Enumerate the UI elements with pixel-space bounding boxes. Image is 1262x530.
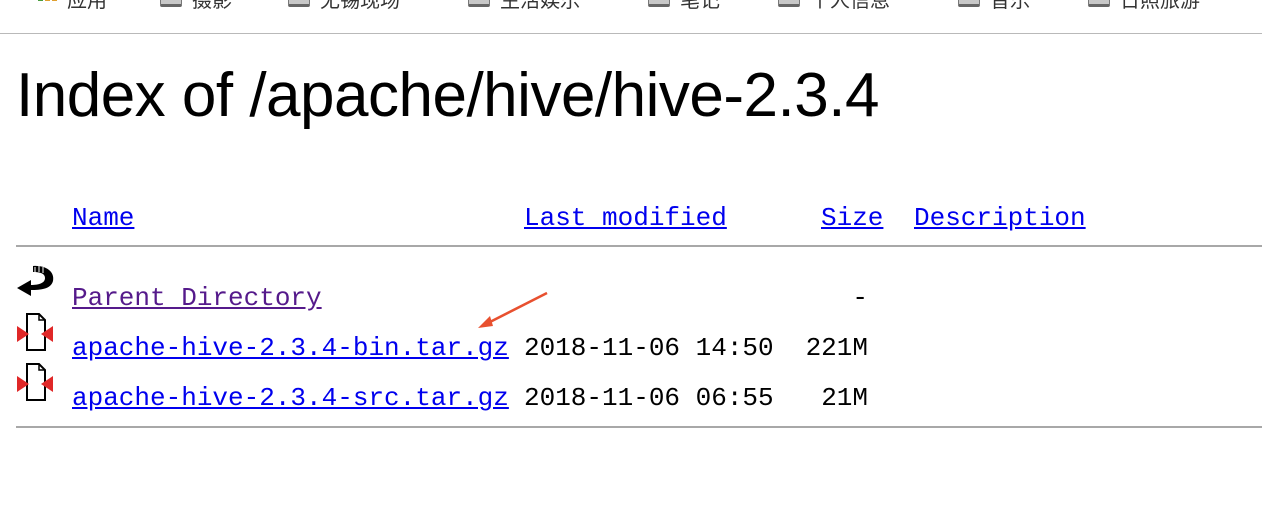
bookmark-label: 个人信息 [810,0,890,12]
file-link[interactable]: apache-hive-2.3.4-bin.tar.gz [72,333,509,363]
folder-icon [288,0,310,7]
bookmark-label: 音乐 [990,0,1030,12]
footer-divider [16,426,1262,428]
bookmark-label: 生活娱乐 [500,0,580,12]
bookmark-folder[interactable]: 个人信息 [778,0,890,12]
file-size: 221M [805,333,868,363]
folder-icon [778,0,800,7]
bookmark-apps[interactable]: 应用 [38,0,107,12]
header-divider [16,245,1262,247]
folder-icon [160,0,182,7]
sort-by-name-link[interactable]: Name [72,203,134,233]
bookmark-folder[interactable]: 摄影 [160,0,232,12]
bookmark-folder[interactable]: 生活娱乐 [468,0,580,12]
page-title: Index of /apache/hive/hive-2.3.4 [16,61,879,130]
bookmark-label: 笔记 [680,0,720,12]
compressed-file-icon [17,363,53,401]
back-arrow-icon [17,265,54,296]
bookmark-label: 摄影 [192,0,232,12]
folder-icon [958,0,980,7]
last-modified: 2018-11-06 14:50 [524,333,774,363]
annotation-arrow-icon [478,291,548,328]
folder-icon [648,0,670,7]
parent-directory-link[interactable]: Parent Directory [72,283,322,313]
file-size: 21M [821,383,868,413]
bookmark-folder[interactable]: 笔记 [648,0,720,12]
bookmark-label: 应用 [67,0,107,12]
sort-by-description-link[interactable]: Description [914,203,1086,233]
file-link[interactable]: apache-hive-2.3.4-src.tar.gz [72,383,509,413]
apps-grid-icon [38,0,57,1]
folder-icon [468,0,490,7]
folder-icon [1088,0,1110,7]
bookmark-label: 日照旅游 [1120,0,1200,12]
file-size: - [852,283,868,313]
bookmark-folder[interactable]: 日照旅游 [1088,0,1200,12]
bookmark-folder[interactable]: 音乐 [958,0,1030,12]
sort-by-modified-link[interactable]: Last modified [524,203,727,233]
last-modified: 2018-11-06 06:55 [524,383,774,413]
compressed-file-icon [17,313,53,351]
sort-by-size-link[interactable]: Size [821,203,883,233]
bookmark-folder[interactable]: 无锡现场 [288,0,400,12]
bookmarks-divider [0,33,1262,34]
bookmark-label: 无锡现场 [320,0,400,12]
